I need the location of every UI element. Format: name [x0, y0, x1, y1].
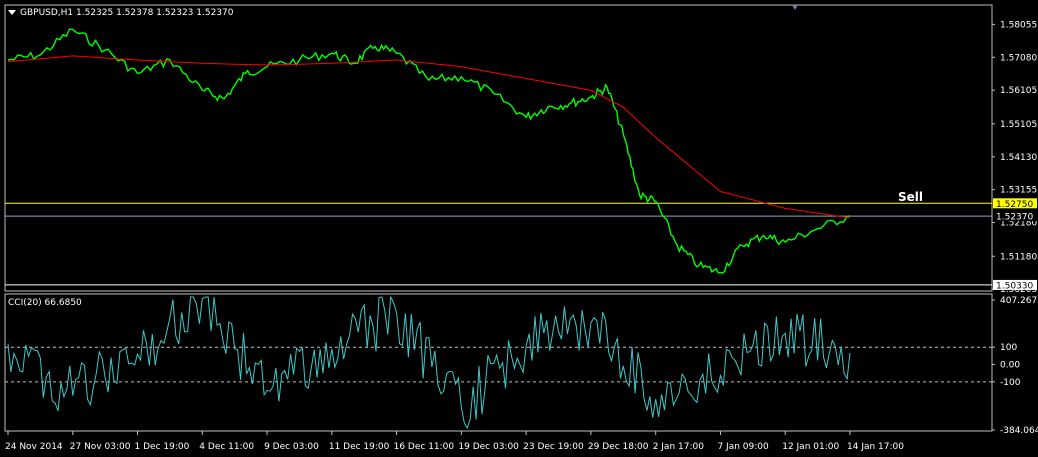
time-tick-label: 7 Jan 09:00 — [717, 442, 769, 452]
price-y-tick-label: 1.58055 — [1000, 20, 1037, 30]
time-tick-label: 23 Dec 19:00 — [523, 442, 584, 452]
price-level-tag-label: 1.52370 — [996, 213, 1033, 223]
cci-y-tick-label: 100 — [1000, 343, 1017, 353]
chart-background — [0, 0, 1038, 457]
price-pane-title: GBPUSD,H1 1.52325 1.52378 1.52323 1.5237… — [20, 8, 234, 18]
price-y-tick-label: 1.51180 — [1000, 252, 1037, 262]
time-tick-label: 12 Jan 01:00 — [782, 442, 839, 452]
time-tick-label: 1 Dec 19:00 — [135, 442, 190, 452]
cci-pane-title: CCI(20) 66.6850 — [8, 298, 82, 308]
price-y-tick-label: 1.56105 — [1000, 86, 1037, 96]
price-y-tick-label: 1.57080 — [1000, 53, 1037, 63]
time-tick-label: 4 Dec 11:00 — [199, 442, 254, 452]
time-tick-label: 29 Dec 18:00 — [588, 442, 649, 452]
price-level-tag-label: 1.50330 — [996, 281, 1033, 291]
time-tick-label: 2 Jan 17:00 — [653, 442, 705, 452]
price-y-tick-label: 1.54130 — [1000, 153, 1037, 163]
cci-y-tick-label: 407.2675 — [1000, 296, 1038, 306]
cci-y-tick-label: -384.0649 — [1000, 426, 1038, 436]
sell-label[interactable]: Sell — [898, 190, 923, 204]
price-y-tick-label: 1.53155 — [1000, 186, 1037, 196]
time-tick-label: 27 Nov 03:00 — [70, 442, 131, 452]
time-tick-label: 11 Dec 19:00 — [329, 442, 390, 452]
cci-y-tick-label: 0.00 — [1000, 361, 1020, 371]
price-level-tag-label: 1.52750 — [996, 200, 1033, 210]
time-tick-label: 16 Dec 11:00 — [394, 442, 455, 452]
time-tick-label: 9 Dec 03:00 — [264, 442, 319, 452]
time-tick-label: 19 Dec 03:00 — [458, 442, 519, 452]
time-tick-label: 24 Nov 2014 — [5, 442, 63, 452]
trading-chart: GBPUSD,H1 1.52325 1.52378 1.52323 1.5237… — [0, 0, 1038, 457]
time-tick-label: 14 Jan 17:00 — [847, 442, 904, 452]
price-y-tick-label: 1.55105 — [1000, 120, 1037, 130]
cci-y-tick-label: -100 — [1000, 378, 1021, 388]
